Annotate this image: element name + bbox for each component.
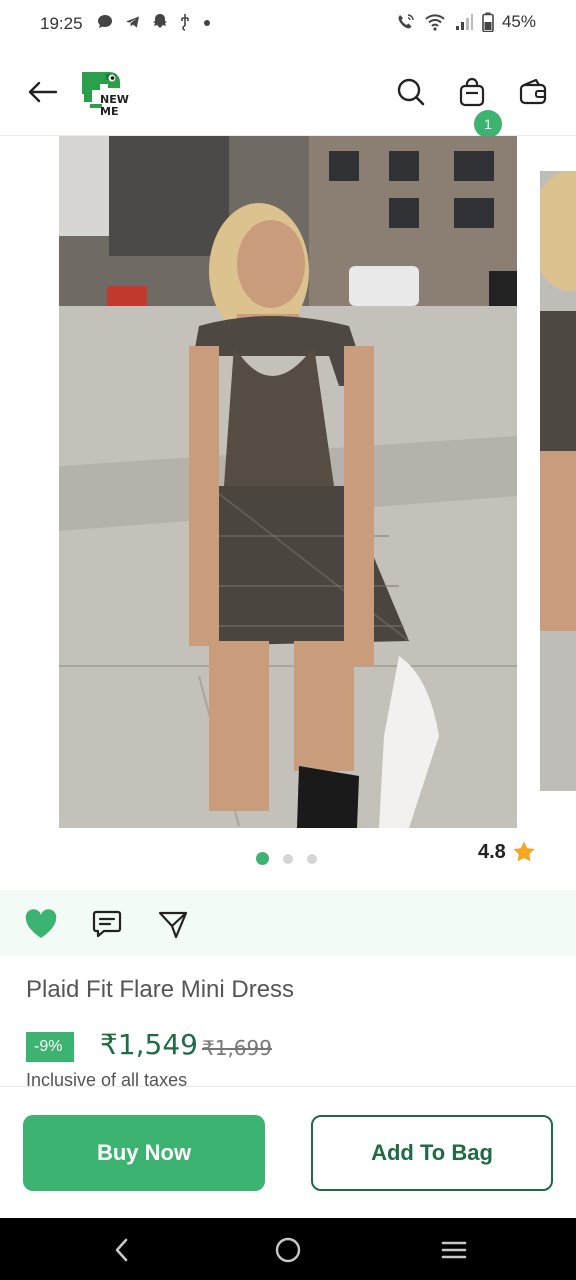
buy-now-button[interactable]: Buy Now	[23, 1115, 265, 1191]
wifi-call-icon	[398, 14, 414, 29]
rating-badge: 4.8	[478, 840, 536, 864]
add-to-bag-button[interactable]: Add To Bag	[311, 1115, 553, 1191]
logo-text-me: ME	[100, 105, 119, 118]
search-icon	[397, 78, 425, 106]
status-bar: 19:25 45%	[0, 0, 576, 48]
logo-text: NEW ME	[100, 94, 129, 118]
bag-icon	[459, 77, 485, 107]
action-row	[0, 890, 576, 956]
notification-icons	[96, 13, 212, 31]
app-header: NEW ME 1	[0, 48, 576, 138]
dot-icon	[204, 20, 210, 26]
usb-icon	[181, 14, 189, 31]
share-button[interactable]	[155, 906, 191, 942]
next-product-photo	[540, 171, 576, 791]
chat-icon	[92, 910, 122, 938]
product-photo	[59, 136, 517, 828]
wifi-icon	[425, 14, 445, 31]
tax-note: Inclusive of all taxes	[26, 1070, 188, 1086]
next-product-image[interactable]	[540, 171, 576, 791]
product-image[interactable]	[59, 136, 517, 828]
heart-icon	[25, 909, 57, 938]
product-price: ₹1,549	[100, 1028, 198, 1061]
product-image-carousel[interactable]	[0, 136, 576, 836]
system-nav-bar	[0, 1218, 576, 1280]
discount-badge: -9%	[26, 1032, 75, 1062]
status-time: 19:25	[40, 14, 83, 33]
snapchat-icon	[153, 14, 167, 28]
nav-home-button[interactable]	[270, 1232, 306, 1268]
star-icon	[513, 841, 535, 862]
battery-icon	[482, 12, 494, 32]
bag-count-badge: 1	[474, 110, 502, 138]
signal-icon	[455, 14, 473, 30]
telegram-icon	[126, 16, 139, 28]
carousel-dot[interactable]	[283, 853, 293, 864]
back-button[interactable]	[22, 74, 62, 110]
nav-recents-icon	[441, 1241, 467, 1259]
product-mrp: ₹1,699	[202, 1036, 272, 1060]
wallet-icon	[519, 78, 547, 105]
bag-button[interactable]	[454, 74, 490, 110]
carousel-dots	[256, 852, 317, 865]
bottom-action-bar: Buy Now Add To Bag	[0, 1086, 576, 1218]
nav-back-icon	[115, 1238, 128, 1262]
carousel-dot[interactable]	[307, 853, 317, 864]
nav-recents-button[interactable]	[436, 1232, 472, 1268]
product-page: 19:25 45% NEW ME 1 4.8 Plaid Fit Flare M…	[0, 0, 576, 1280]
nav-back-button[interactable]	[104, 1232, 140, 1268]
search-button[interactable]	[393, 74, 429, 110]
nav-home-icon	[275, 1237, 301, 1263]
chat-button[interactable]	[89, 906, 125, 942]
chat-bubble-icon	[98, 15, 112, 28]
carousel-dot-active[interactable]	[256, 852, 269, 865]
product-title: Plaid Fit Flare Mini Dress	[26, 976, 295, 1003]
wallet-button[interactable]	[515, 74, 551, 110]
wishlist-button[interactable]	[23, 906, 59, 942]
share-icon	[158, 911, 188, 939]
system-icons: 45%	[396, 12, 536, 32]
back-arrow-icon	[28, 81, 58, 103]
rating-value: 4.8	[478, 840, 506, 863]
battery-percent: 45%	[501, 12, 536, 31]
